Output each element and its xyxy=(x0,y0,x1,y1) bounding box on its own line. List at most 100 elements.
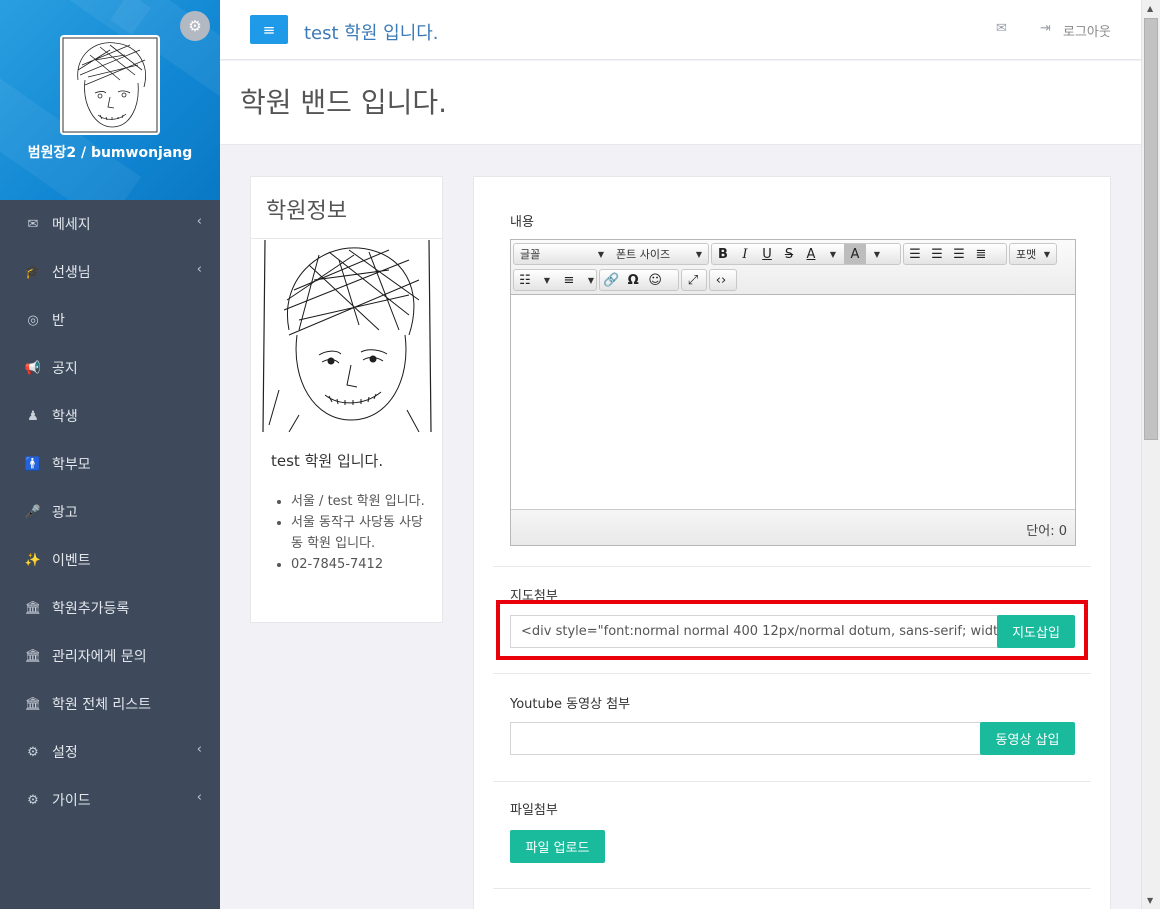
youtube-url-input[interactable] xyxy=(510,722,982,755)
align-center-icon[interactable]: ☰ xyxy=(926,244,948,264)
align-right-icon[interactable]: ☰ xyxy=(948,244,970,264)
sidebar-item-label: 선생님 xyxy=(52,265,91,281)
font-size-select[interactable]: 폰트 사이즈 ▼ xyxy=(610,246,708,262)
sidebar-item[interactable]: 🏛 학원 전체 리스트 xyxy=(0,680,220,728)
sidebar-item-label: 가이드 xyxy=(52,793,91,809)
background-color-button[interactable]: A xyxy=(844,244,866,264)
caret-down-icon: ▼ xyxy=(695,249,702,259)
chevron-left-icon: ‹ xyxy=(196,262,202,277)
format-select[interactable]: 포맷 ▼ xyxy=(1010,246,1056,262)
chevron-left-icon: ‹ xyxy=(196,214,202,229)
bank-icon: 🏛 xyxy=(24,696,42,712)
cog-icon: ⚙ xyxy=(27,792,39,808)
content-label: 내용 xyxy=(510,215,534,230)
insert-video-button[interactable]: 동영상 삽입 xyxy=(980,722,1075,755)
sidebar-item[interactable]: 🚹 학부모 xyxy=(0,440,220,488)
divider xyxy=(493,781,1091,782)
divider xyxy=(493,888,1091,889)
chevron-left-icon: ‹ xyxy=(196,742,202,757)
sidebar-item-label: 광고 xyxy=(52,505,78,521)
sidebar-item[interactable]: ⚙ 설정 ‹ xyxy=(0,728,220,776)
sidebar-item[interactable]: ✉ 메세지 ‹ xyxy=(0,200,220,248)
top-header: ≡ test 학원 입니다. ✉ ⇥ 로그아웃 xyxy=(220,0,1141,60)
sidebar-item-label: 메세지 xyxy=(52,217,91,233)
bold-button[interactable]: B xyxy=(712,244,734,264)
sidebar-item-label: 학원추가등록 xyxy=(52,601,130,617)
sidebar-item-label: 설정 xyxy=(52,745,78,761)
sidebar-nav: ✉ 메세지 ‹ 🎓 선생님 ‹ ◎ 반 📢 공지 ♟ 학생 🚹 학부모 🎤 광고 ✨ 이벤트 🏛 학원추가등록 🏛 관리자… xyxy=(0,200,220,824)
envelope-icon[interactable]: ✉ xyxy=(996,21,1007,36)
user-name: 범원장2 / bumwonjang xyxy=(27,145,193,161)
logout-link[interactable]: 로그아웃 xyxy=(1063,21,1111,40)
underline-button[interactable]: U xyxy=(756,244,778,264)
microphone-icon: 🎤 xyxy=(24,504,42,520)
target-icon: ◎ xyxy=(27,312,39,328)
sidebar-item[interactable]: ♟ 학생 xyxy=(0,392,220,440)
youtube-attach-label: Youtube 동영상 첨부 xyxy=(510,697,631,712)
bullet-list-caret-icon[interactable]: ▼ xyxy=(536,270,558,290)
sidebar-item-label: 반 xyxy=(52,313,65,329)
numbered-list-icon[interactable]: ≡ xyxy=(558,270,580,290)
font-color-caret-icon[interactable]: ▼ xyxy=(822,244,844,264)
sidebar-item-label: 이벤트 xyxy=(52,553,91,569)
scroll-thumb[interactable] xyxy=(1144,18,1158,440)
bullhorn-icon: 📢 xyxy=(24,360,42,376)
sidebar-item[interactable]: ✨ 이벤트 xyxy=(0,536,220,584)
bank-icon: 🏛 xyxy=(24,600,42,616)
word-count: 단어: 0 xyxy=(1026,524,1067,539)
academy-address-short: 서울 / test 학원 입니다. xyxy=(291,491,426,512)
file-attach-label: 파일첨부 xyxy=(510,803,558,818)
font-color-button[interactable]: A xyxy=(800,244,822,264)
link-icon[interactable]: 🔗 xyxy=(600,270,622,290)
vertical-scrollbar[interactable]: ▲ ▼ xyxy=(1141,0,1160,909)
bullet-list-icon[interactable]: ☷ xyxy=(514,270,536,290)
font-size-label: 폰트 사이즈 xyxy=(616,248,671,261)
sidebar-item-label: 학생 xyxy=(52,409,78,425)
academy-info-heading: 학원정보 xyxy=(251,177,442,239)
page-title-bar: 학원 밴드 입니다. xyxy=(220,61,1141,145)
font-family-select[interactable]: 글꼴 ▼ xyxy=(514,246,610,262)
caret-down-icon: ▼ xyxy=(1043,249,1050,259)
emoji-icon[interactable]: ☺ xyxy=(644,270,666,290)
male-icon: 🚹 xyxy=(24,456,42,472)
rich-text-editor: 글꼴 ▼ 폰트 사이즈 ▼ B I U S A ▼ A ▼ ☰ ☰ ☰ ≣ 포맷 ▼ xyxy=(510,239,1076,546)
sidebar-item[interactable]: 🎓 선생님 ‹ xyxy=(0,248,220,296)
avatar[interactable] xyxy=(60,35,160,135)
graduation-cap-icon: 🎓 xyxy=(24,264,42,280)
gear-icon[interactable]: ⚙ xyxy=(180,11,210,41)
scroll-down-icon[interactable]: ▼ xyxy=(1147,896,1153,905)
background-color-caret-icon[interactable]: ▼ xyxy=(866,244,888,264)
italic-button[interactable]: I xyxy=(734,244,756,264)
sign-out-icon[interactable]: ⇥ xyxy=(1040,21,1051,36)
divider xyxy=(493,673,1091,674)
profile-panel: ⚙ 범원장2 / bumwonjang xyxy=(0,0,220,200)
editor-status-bar: 단어: 0 xyxy=(511,509,1075,545)
cog-icon: ⚙ xyxy=(27,744,39,760)
header-title: test 학원 입니다. xyxy=(304,23,439,44)
editor-toolbar: 글꼴 ▼ 폰트 사이즈 ▼ B I U S A ▼ A ▼ ☰ ☰ ☰ ≣ 포맷 ▼ xyxy=(511,240,1075,295)
editor-content-area[interactable] xyxy=(511,295,1075,509)
sidebar-item[interactable]: 🏛 학원추가등록 xyxy=(0,584,220,632)
post-form-panel: 내용 글꼴 ▼ 폰트 사이즈 ▼ B I U S A ▼ A ▼ ☰ ☰ ☰ ≣ xyxy=(473,176,1111,909)
sidebar-item[interactable]: 📢 공지 xyxy=(0,344,220,392)
sidebar: ⚙ 범원장2 / bumwonjang ✉메세지‹🎓선생님‹◎반📢공지♟학생� xyxy=(0,0,220,909)
align-left-icon[interactable]: ☰ xyxy=(904,244,926,264)
source-code-icon[interactable]: ‹› xyxy=(710,270,732,290)
special-char-icon[interactable]: Ω xyxy=(622,270,644,290)
sidebar-item[interactable]: 🎤 광고 xyxy=(0,488,220,536)
sidebar-item[interactable]: ⚙ 가이드 ‹ xyxy=(0,776,220,824)
envelope-icon: ✉ xyxy=(27,216,39,232)
scroll-up-icon[interactable]: ▲ xyxy=(1147,4,1153,13)
sidebar-item-label: 학부모 xyxy=(52,457,91,473)
sidebar-item-label: 학원 전체 리스트 xyxy=(52,697,152,713)
font-family-label: 글꼴 xyxy=(520,248,541,261)
sidebar-item[interactable]: ◎ 반 xyxy=(0,296,220,344)
file-upload-button[interactable]: 파일 업로드 xyxy=(510,830,605,863)
menu-toggle-button[interactable]: ≡ xyxy=(250,15,288,44)
divider xyxy=(493,566,1091,567)
sidebar-item[interactable]: 🏛 관리자에게 문의 xyxy=(0,632,220,680)
strikethrough-button[interactable]: S xyxy=(778,244,800,264)
align-justify-icon[interactable]: ≣ xyxy=(970,244,992,264)
fullscreen-icon[interactable]: ⤢ xyxy=(682,270,704,290)
hamburger-icon: ≡ xyxy=(262,20,276,39)
